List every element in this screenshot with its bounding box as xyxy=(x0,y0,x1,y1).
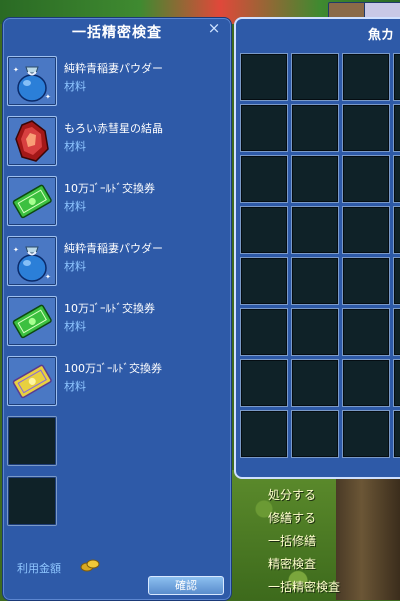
inventory-slot[interactable] xyxy=(240,155,288,203)
inventory-slot[interactable] xyxy=(291,206,339,254)
item-slot[interactable] xyxy=(7,296,57,346)
inventory-panel: 魚カ xyxy=(234,17,400,479)
svg-text:✦: ✦ xyxy=(13,246,19,254)
list-item[interactable]: ✦ ✦ 純粋青稲妻パウダー 材料 xyxy=(7,236,227,288)
item-name: 10万ｺﾞｰﾙﾄﾞ交換券 xyxy=(64,182,155,195)
item-slot[interactable]: ✦ ✦ xyxy=(7,236,57,286)
item-type: 材料 xyxy=(64,200,86,213)
svg-text:✦: ✦ xyxy=(13,66,19,74)
menu-item-bulk-inspect[interactable]: 一括精密検査 xyxy=(268,577,400,600)
list-item[interactable]: 10万ｺﾞｰﾙﾄﾞ交換券 材料 xyxy=(7,296,227,348)
inventory-slot[interactable] xyxy=(393,206,400,254)
inventory-slot[interactable] xyxy=(291,308,339,356)
inventory-slot[interactable] xyxy=(393,104,400,152)
close-icon[interactable]: × xyxy=(207,21,221,36)
empty-item-slot[interactable] xyxy=(7,476,57,526)
green-ticket-icon xyxy=(12,304,52,339)
inventory-slot[interactable] xyxy=(342,104,390,152)
inventory-slot[interactable] xyxy=(291,53,339,101)
bulk-inspection-panel: 一括精密検査 × ✦ ✦ 純粋青稲妻パウダー 材料 もろい赤彗星の結晶 材料 1… xyxy=(2,17,232,601)
inventory-slot[interactable] xyxy=(240,257,288,305)
blue-pouch-icon: ✦ ✦ xyxy=(13,246,51,282)
item-name: 純粋青稲妻パウダー xyxy=(64,62,163,75)
inventory-slot[interactable] xyxy=(291,359,339,407)
item-type: 材料 xyxy=(64,260,86,273)
item-name: 純粋青稲妻パウダー xyxy=(64,242,163,255)
inventory-slot[interactable] xyxy=(291,257,339,305)
menu-item-bulk-repair[interactable]: 一括修繕 xyxy=(268,531,400,554)
inventory-grid xyxy=(240,53,400,458)
inventory-slot[interactable] xyxy=(240,53,288,101)
inventory-slot[interactable] xyxy=(342,53,390,101)
inventory-slot[interactable] xyxy=(240,104,288,152)
inventory-slot[interactable] xyxy=(393,359,400,407)
menu-item-repair[interactable]: 修繕する xyxy=(268,508,400,531)
svg-text:✦: ✦ xyxy=(45,273,51,281)
gold-coin-icon xyxy=(80,559,100,572)
list-item[interactable]: もろい赤彗星の結晶 材料 xyxy=(7,116,227,168)
inventory-slot[interactable] xyxy=(240,308,288,356)
inventory-slot[interactable] xyxy=(393,410,400,458)
money-label: 利用金額 xyxy=(17,562,61,575)
inventory-slot[interactable] xyxy=(240,410,288,458)
menu-item-inspect[interactable]: 精密検査 xyxy=(268,554,400,577)
item-type: 材料 xyxy=(64,80,86,93)
inventory-slot[interactable] xyxy=(342,206,390,254)
list-item[interactable] xyxy=(7,416,227,468)
panel-title: 一括精密検査 xyxy=(72,25,162,41)
inventory-slot[interactable] xyxy=(393,155,400,203)
panel-title: 魚カ xyxy=(368,28,395,43)
green-ticket-icon xyxy=(12,184,52,219)
inventory-slot[interactable] xyxy=(342,257,390,305)
item-slot[interactable] xyxy=(7,176,57,226)
gold-ticket-icon xyxy=(12,364,52,399)
list-item[interactable] xyxy=(7,476,227,528)
item-name: 10万ｺﾞｰﾙﾄﾞ交換券 xyxy=(64,302,155,315)
inventory-slot[interactable] xyxy=(240,206,288,254)
inventory-slot[interactable] xyxy=(342,359,390,407)
item-slot[interactable] xyxy=(7,116,57,166)
context-menu: 処分する 修繕する 一括修繕 精密検査 一括精密検査 xyxy=(268,485,400,600)
item-type: 材料 xyxy=(64,380,86,393)
list-item[interactable]: 100万ｺﾞｰﾙﾄﾞ交換券 材料 xyxy=(7,356,227,408)
inventory-slot[interactable] xyxy=(342,410,390,458)
inventory-slot[interactable] xyxy=(393,257,400,305)
item-name: 100万ｺﾞｰﾙﾄﾞ交換券 xyxy=(64,362,162,375)
empty-item-slot[interactable] xyxy=(7,416,57,466)
item-type: 材料 xyxy=(64,320,86,333)
list-item[interactable]: 10万ｺﾞｰﾙﾄﾞ交換券 材料 xyxy=(7,176,227,228)
inventory-slot[interactable] xyxy=(342,308,390,356)
inventory-slot[interactable] xyxy=(291,410,339,458)
list-item[interactable]: ✦ ✦ 純粋青稲妻パウダー 材料 xyxy=(7,56,227,108)
item-name: もろい赤彗星の結晶 xyxy=(64,122,163,135)
inventory-slot[interactable] xyxy=(291,104,339,152)
confirm-button[interactable]: 確認 xyxy=(148,576,224,595)
red-crystal-icon xyxy=(15,120,49,162)
blue-pouch-icon: ✦ ✦ xyxy=(13,66,51,102)
inventory-slot[interactable] xyxy=(393,308,400,356)
item-slot[interactable]: ✦ ✦ xyxy=(7,56,57,106)
inventory-slot[interactable] xyxy=(342,155,390,203)
inventory-slot[interactable] xyxy=(240,359,288,407)
inventory-slot[interactable] xyxy=(291,155,339,203)
menu-item-dispose[interactable]: 処分する xyxy=(268,485,400,508)
item-slot[interactable] xyxy=(7,356,57,406)
svg-text:✦: ✦ xyxy=(45,93,51,101)
item-type: 材料 xyxy=(64,140,86,153)
inventory-slot[interactable] xyxy=(393,53,400,101)
